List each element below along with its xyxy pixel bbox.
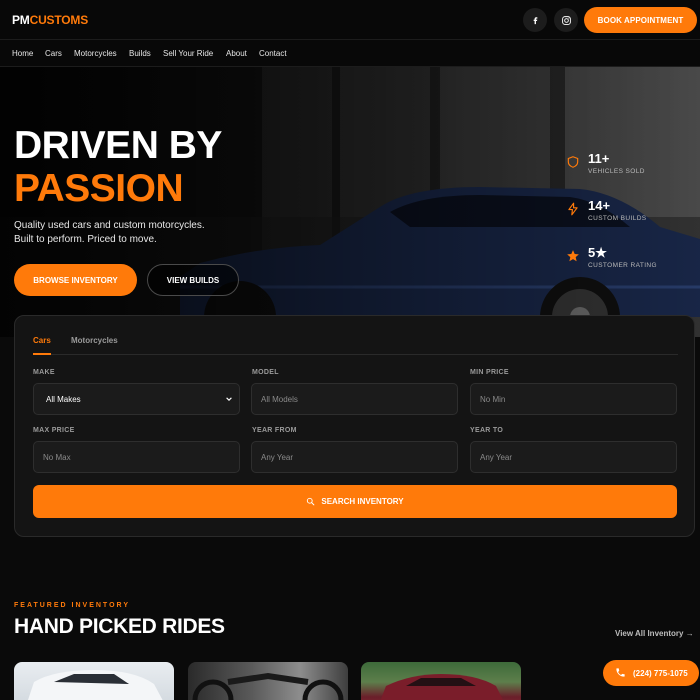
stat-label: CUSTOM BUILDS [588, 215, 647, 222]
bolt-icon [568, 202, 578, 216]
hero-subtitle: Quality used cars and custom motorcycles… [14, 219, 274, 247]
inventory-search-panel: Cars Motorcycles MAKE All Makes MODEL Al… [14, 315, 695, 537]
tab-cars[interactable]: Cars [33, 336, 51, 355]
year-from-input[interactable]: Any Year [251, 441, 458, 473]
view-builds-button[interactable]: VIEW BUILDS [147, 264, 239, 296]
year-to-input[interactable]: Any Year [470, 441, 677, 473]
brand-logo-part2: CUSTOMS [29, 13, 89, 27]
stat-vehicles-sold: 11+ VEHICLES SOLD [566, 151, 696, 181]
brand-logo[interactable]: PMCUSTOMS [12, 13, 88, 27]
nav-cars[interactable]: Cars [45, 49, 62, 58]
stat-custom-builds: 14+ CUSTOM BUILDS [566, 198, 696, 228]
min-price-label: MIN PRICE [470, 369, 509, 376]
hero-subtitle-line2: Built to perform. Priced to move. [14, 234, 157, 245]
search-tabs: Cars Motorcycles [33, 336, 678, 355]
main-nav: Home Cars Motorcycles Builds Sell Your R… [0, 40, 700, 67]
search-icon [307, 497, 315, 506]
stat-value: 14+ [588, 198, 611, 213]
stat-customer-rating: 5★ CUSTOMER RATING [566, 245, 696, 275]
year-from-label: YEAR FROM [252, 427, 297, 434]
featured-card-red-car[interactable] [361, 662, 521, 700]
min-price-input[interactable]: No Min [470, 383, 677, 415]
stat-label: VEHICLES SOLD [588, 168, 645, 175]
nav-builds[interactable]: Builds [129, 49, 151, 58]
max-price-label: MAX PRICE [33, 427, 75, 434]
model-input[interactable]: All Models [251, 383, 458, 415]
make-select[interactable]: All Makes [33, 383, 240, 415]
facebook-icon[interactable] [523, 8, 547, 32]
stat-value: 11+ [588, 151, 610, 166]
search-inventory-button[interactable]: SEARCH INVENTORY [33, 485, 677, 518]
max-price-input[interactable]: No Max [33, 441, 240, 473]
chevron-down-icon [226, 397, 232, 401]
hero-headline: DRIVEN BY PASSION [14, 124, 222, 210]
nav-contact[interactable]: Contact [259, 49, 287, 58]
shield-icon [567, 156, 579, 168]
stat-value: 5★ [588, 245, 607, 260]
make-label: MAKE [33, 369, 55, 376]
hero-headline-line1: DRIVEN BY [14, 124, 222, 167]
phone-number: (224) 775-1075 [633, 668, 688, 678]
view-all-inventory-link[interactable]: View All Inventory → [615, 629, 694, 638]
featured-card-white-car[interactable] [14, 662, 174, 700]
call-phone-button[interactable]: (224) 775-1075 [603, 660, 699, 686]
featured-title: HAND PICKED RIDES [14, 615, 225, 638]
tab-motorcycles[interactable]: Motorcycles [71, 336, 118, 355]
stat-label: CUSTOMER RATING [588, 262, 657, 269]
star-icon [567, 250, 579, 262]
book-appointment-button[interactable]: BOOK APPOINTMENT [584, 7, 697, 33]
nav-sell-your-ride[interactable]: Sell Your Ride [163, 49, 213, 58]
browse-inventory-button[interactable]: BROWSE INVENTORY [14, 264, 137, 296]
nav-motorcycles[interactable]: Motorcycles [74, 49, 117, 58]
make-select-value: All Makes [46, 394, 81, 404]
phone-icon [616, 668, 625, 677]
instagram-icon[interactable] [554, 8, 578, 32]
nav-home[interactable]: Home [12, 49, 33, 58]
year-to-label: YEAR TO [470, 427, 504, 434]
nav-about[interactable]: About [226, 49, 247, 58]
featured-eyebrow: FEATURED INVENTORY [14, 602, 130, 609]
search-inventory-label: SEARCH INVENTORY [321, 497, 404, 506]
model-label: MODEL [252, 369, 279, 376]
top-header: PMCUSTOMS BOOK APPOINTMENT [0, 0, 700, 40]
hero-headline-line2: PASSION [14, 167, 184, 210]
hero-subtitle-line1: Quality used cars and custom motorcycles… [14, 220, 205, 231]
brand-logo-part1: PM [12, 13, 30, 27]
featured-card-motorcycle[interactable] [188, 662, 348, 700]
